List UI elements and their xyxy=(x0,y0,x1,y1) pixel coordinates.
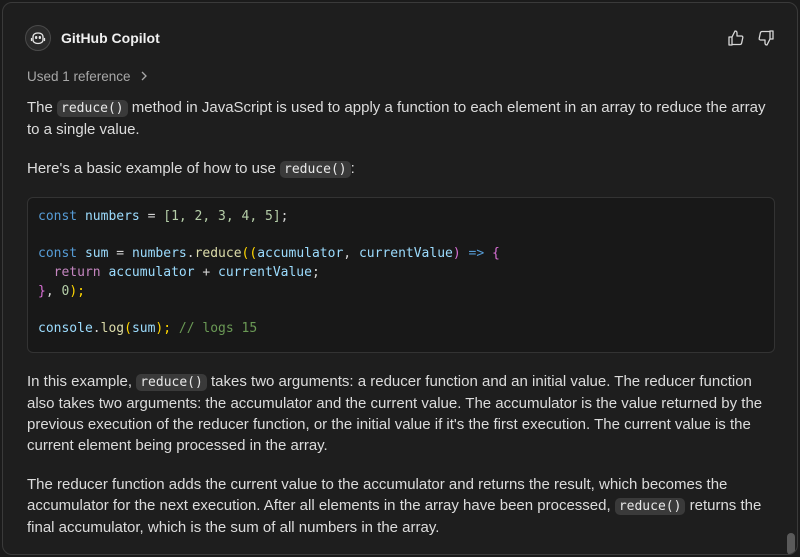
inline-code: reduce() xyxy=(57,100,128,117)
message-body: The reduce() method in JavaScript is use… xyxy=(27,97,775,554)
paragraph-explanation: In this example, reduce() takes two argu… xyxy=(27,373,763,454)
copilot-icon xyxy=(25,25,51,51)
chat-panel: GitHub Copilot Used 1 reference The redu… xyxy=(2,2,798,555)
feedback-controls xyxy=(727,29,775,47)
references-toggle[interactable]: Used 1 reference xyxy=(27,69,149,84)
inline-code: reduce() xyxy=(614,498,686,515)
inline-code: reduce() xyxy=(136,374,207,391)
paragraph-example-lead: Here's a basic example of how to use red… xyxy=(27,160,355,178)
chevron-right-icon xyxy=(139,69,149,84)
inline-code: reduce() xyxy=(280,161,351,178)
scrollbar-thumb[interactable] xyxy=(787,533,795,554)
thumbs-down-icon[interactable] xyxy=(757,29,775,47)
references-label: Used 1 reference xyxy=(27,69,131,84)
thumbs-up-icon[interactable] xyxy=(727,29,745,47)
message-header: GitHub Copilot xyxy=(25,23,775,53)
paragraph-summary: The reducer function adds the current va… xyxy=(27,476,762,536)
code-block[interactable]: const numbers = [1, 2, 3, 4, 5]; const s… xyxy=(27,197,775,353)
assistant-name: GitHub Copilot xyxy=(61,30,160,46)
paragraph-intro: The reduce() method in JavaScript is use… xyxy=(27,99,766,138)
